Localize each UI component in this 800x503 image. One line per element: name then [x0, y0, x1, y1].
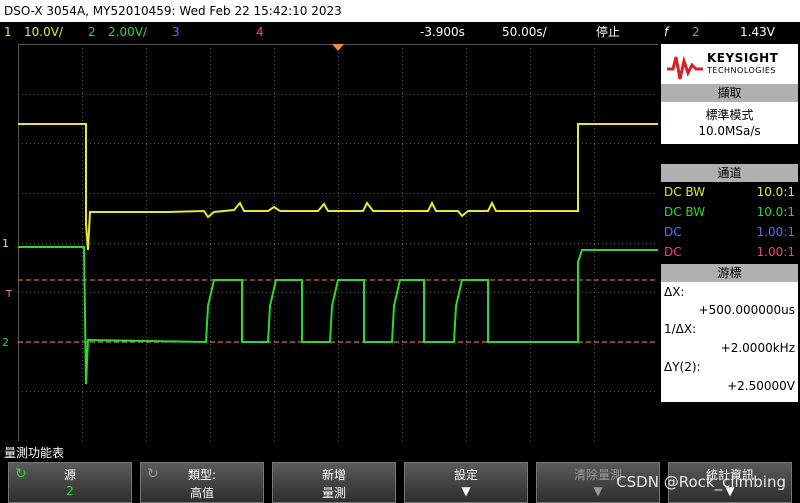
- watermark-text: CSDN @Rock_climbing: [616, 473, 786, 491]
- cursors-header[interactable]: 游標: [661, 264, 798, 282]
- run-state: 停止: [596, 25, 621, 39]
- channel-2-ratio: 10.0:1: [756, 205, 795, 219]
- channel-4-coupling: DC: [664, 245, 682, 259]
- type-softkey[interactable]: ↻ 類型: 高值: [140, 462, 264, 503]
- dx-value: +500.000000us: [698, 303, 795, 317]
- trigger-level[interactable]: 1.43V: [740, 22, 775, 42]
- waveform-svg: [18, 44, 659, 442]
- keysight-wave-icon: [667, 55, 703, 80]
- ch2-waveform: [18, 246, 658, 385]
- ch2-scale[interactable]: 2.00V/: [108, 22, 147, 42]
- channels-header[interactable]: 通道: [661, 164, 798, 182]
- channel-row-1[interactable]: DC BW 10.0:1: [661, 182, 798, 202]
- add-measurement-line2: 量測: [321, 486, 346, 500]
- submenu-arrow-icon: ▼: [461, 484, 471, 498]
- trigger-level-marker[interactable]: T: [6, 289, 12, 300]
- brand-sub: TECHNOLOGIES: [707, 66, 776, 75]
- trigger-slope-icon: f: [664, 25, 669, 39]
- channel-row-3[interactable]: DC 1.00:1: [661, 222, 798, 242]
- dx-label: ΔX:: [664, 285, 685, 299]
- add-measurement-softkey[interactable]: 新增 量測: [272, 462, 396, 503]
- time-scale[interactable]: 50.00s/: [502, 22, 547, 42]
- ch1-scale[interactable]: 10.0V/: [24, 22, 63, 42]
- inverse-dx-value: +2.0000kHz: [720, 341, 795, 355]
- settings-softkey-label: 設定: [453, 468, 478, 482]
- channel-1-coupling: DC BW: [664, 185, 706, 199]
- acquire-mode: 標準模式: [705, 108, 754, 122]
- type-softkey-label: 類型:: [187, 468, 217, 482]
- status-bar: 1 10.0V/ 2 2.00V/ 3 4 -3.900s 50.00s/ 停止…: [0, 22, 800, 42]
- waveform-display[interactable]: [18, 44, 659, 442]
- ch1-waveform: [18, 123, 658, 251]
- brand-name: KEYSIGHT: [707, 51, 779, 65]
- ch4-number[interactable]: 4: [256, 22, 264, 42]
- channel-row-2[interactable]: DC BW 10.0:1: [661, 202, 798, 222]
- graticule: [18, 44, 659, 442]
- settings-softkey[interactable]: 設定 ▼: [404, 462, 528, 503]
- ch2-number[interactable]: 2: [88, 22, 96, 42]
- channel-2-coupling: DC BW: [664, 205, 706, 219]
- acquire-header[interactable]: 擷取: [661, 84, 798, 102]
- dy-value: +2.50000V: [727, 379, 795, 393]
- keysight-logo: KEYSIGHT TECHNOLOGIES: [661, 44, 798, 88]
- source-softkey-value: 2: [66, 484, 74, 498]
- cursors-panel: ΔX: +500.000000us 1/ΔX: +2.0000kHz ΔY(2)…: [661, 282, 798, 402]
- menu-title: 量測功能表: [0, 444, 800, 462]
- type-softkey-value: 高值: [189, 486, 214, 500]
- source-softkey-label: 源: [63, 468, 76, 482]
- window-title: DSO-X 3054A, MY52010459: Wed Feb 22 15:4…: [0, 0, 800, 22]
- channel-row-4[interactable]: DC 1.00:1: [661, 242, 798, 262]
- ch1-number[interactable]: 1: [4, 22, 12, 42]
- ch1-ground-marker[interactable]: 1: [2, 237, 9, 250]
- time-offset[interactable]: -3.900s: [420, 22, 465, 42]
- channel-1-ratio: 10.0:1: [756, 185, 795, 199]
- channel-3-coupling: DC: [664, 225, 682, 239]
- side-panel: KEYSIGHT TECHNOLOGIES 擷取 標準模式 10.0MSa/s …: [661, 44, 798, 441]
- trigger-channel: 2: [692, 25, 700, 39]
- sample-rate: 10.0MSa/s: [698, 124, 761, 138]
- add-measurement-line1: 新增: [321, 468, 346, 482]
- inverse-dx-label: 1/ΔX:: [664, 322, 697, 336]
- acquire-panel: 標準模式 10.0MSa/s: [661, 102, 798, 144]
- dy-label: ΔY(2):: [664, 360, 701, 374]
- channel-4-ratio: 1.00:1: [756, 245, 795, 259]
- channel-3-ratio: 1.00:1: [756, 225, 795, 239]
- ch2-ground-marker[interactable]: 2: [2, 336, 9, 349]
- ch3-number[interactable]: 3: [172, 22, 180, 42]
- source-softkey[interactable]: ↻ 源 2: [8, 462, 132, 503]
- trigger-position-icon: [332, 44, 344, 51]
